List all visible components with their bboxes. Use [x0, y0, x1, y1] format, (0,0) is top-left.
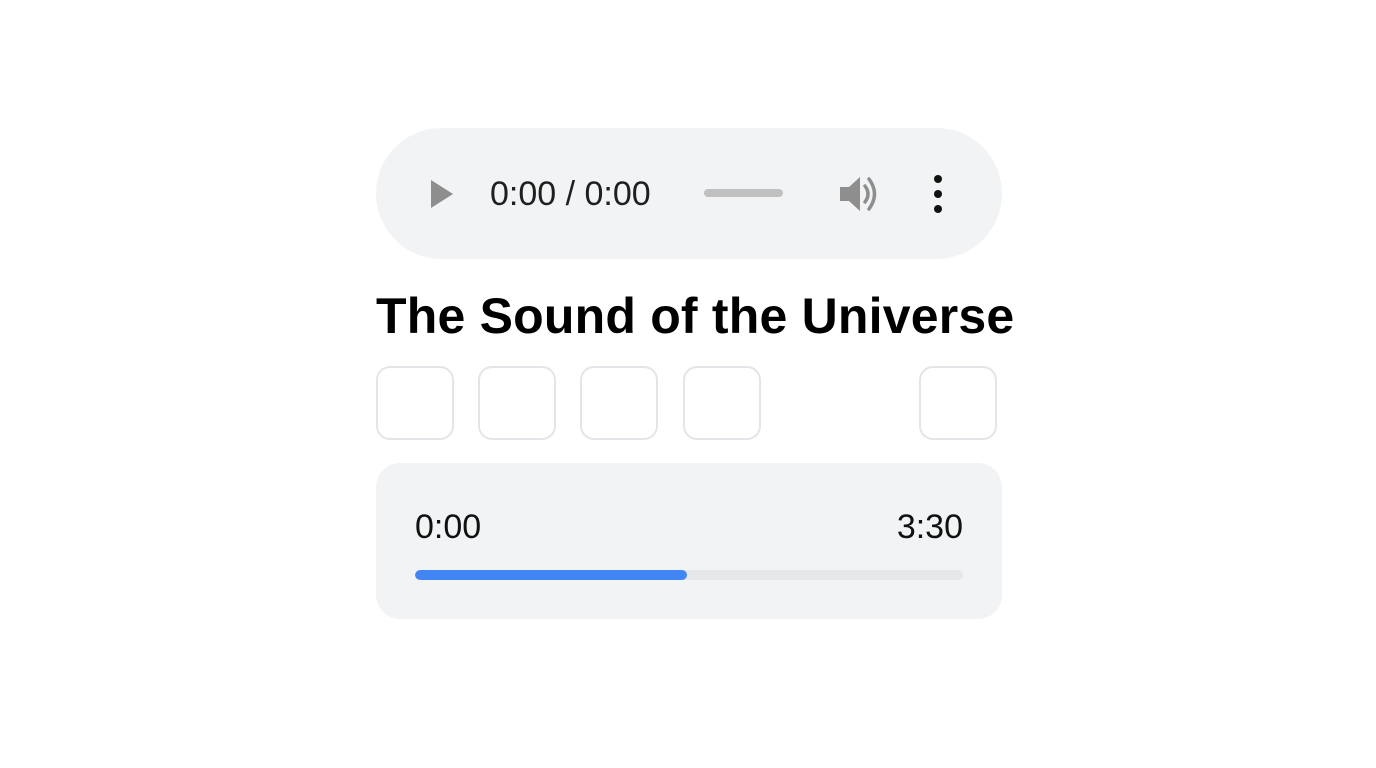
- progress-card: 0:00 3:30: [376, 463, 1002, 619]
- current-time: 0:00: [415, 508, 482, 546]
- audio-seek-slider[interactable]: [704, 189, 783, 197]
- control-button-2[interactable]: [478, 366, 556, 440]
- control-button-3[interactable]: [580, 366, 658, 440]
- control-buttons-row: [376, 366, 1002, 444]
- progress-bar[interactable]: [415, 570, 963, 580]
- control-button-5[interactable]: [919, 366, 997, 440]
- control-button-1[interactable]: [376, 366, 454, 440]
- volume-icon[interactable]: [838, 173, 882, 215]
- audio-time-display: 0:00 / 0:00: [490, 175, 651, 213]
- progress-bar-fill: [415, 570, 688, 580]
- play-icon[interactable]: [424, 177, 458, 211]
- audio-player: 0:00 / 0:00: [376, 128, 1002, 259]
- total-time: 3:30: [896, 508, 963, 546]
- player-container: 0:00 / 0:00 The Sound of the Universe 0:…: [376, 128, 1015, 619]
- track-title: The Sound of the Universe: [376, 288, 1015, 344]
- more-vert-icon[interactable]: [926, 173, 950, 215]
- control-button-4[interactable]: [683, 366, 761, 440]
